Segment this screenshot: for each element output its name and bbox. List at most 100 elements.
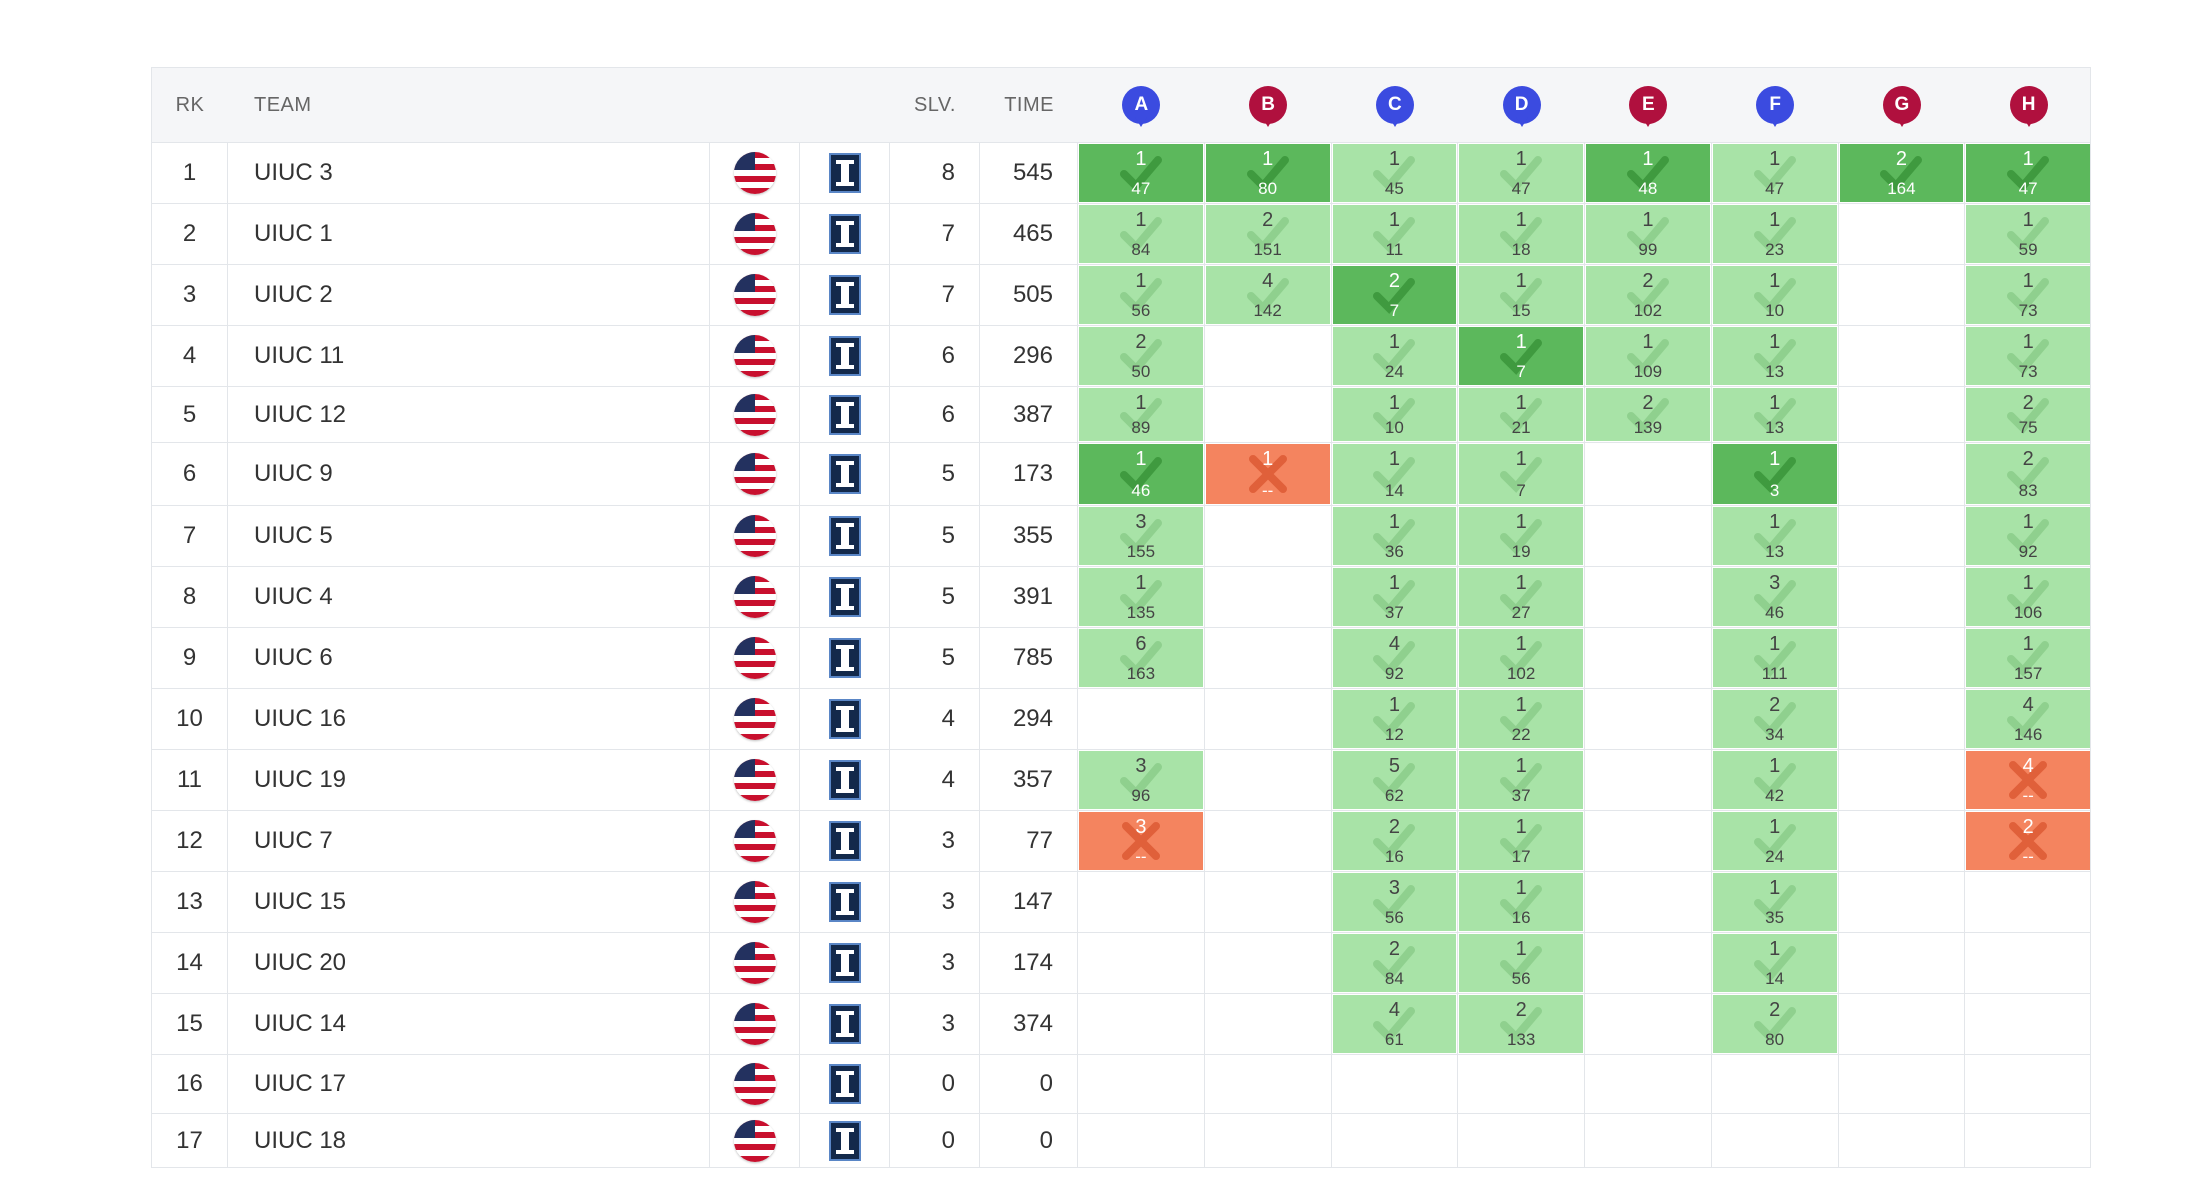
problem-c-cell[interactable]: 5 62: [1332, 750, 1459, 810]
problem-h-cell[interactable]: 2 83: [1965, 443, 2090, 505]
problem-h-cell[interactable]: 1 73: [1965, 265, 2090, 325]
problem-c-cell[interactable]: 1 11: [1332, 204, 1459, 264]
problem-d-cell[interactable]: 1 17: [1458, 811, 1585, 871]
problem-f-cell[interactable]: 1 13: [1712, 506, 1839, 566]
problem-f-cell[interactable]: 1 14: [1712, 933, 1839, 993]
problem-d-cell[interactable]: 1 22: [1458, 689, 1585, 749]
problem-b-cell[interactable]: 1 80: [1205, 143, 1332, 203]
team-row[interactable]: 10 UIUC 16 4 294 1 12 1 22 2 34 4 146: [152, 689, 2090, 750]
problem-d-cell[interactable]: 1 27: [1458, 567, 1585, 627]
team-name[interactable]: UIUC 14: [228, 994, 710, 1054]
problem-g-cell[interactable]: 2 164: [1839, 143, 1966, 203]
team-name[interactable]: UIUC 11: [228, 326, 710, 386]
team-row[interactable]: 7 UIUC 5 5 355 3 155 1 36 1 19 1 13 1 92: [152, 506, 2090, 567]
problem-c-cell[interactable]: 1 10: [1332, 387, 1459, 442]
problem-f-cell[interactable]: 1 42: [1712, 750, 1839, 810]
problem-d-cell[interactable]: 17: [1458, 326, 1585, 386]
team-name[interactable]: UIUC 3: [228, 143, 710, 203]
problem-e-cell[interactable]: 1 109: [1585, 326, 1712, 386]
problem-f-cell[interactable]: 1 13: [1712, 326, 1839, 386]
problem-d-cell[interactable]: 1 19: [1458, 506, 1585, 566]
team-name[interactable]: UIUC 19: [228, 750, 710, 810]
problem-h-cell[interactable]: 1 157: [1965, 628, 2090, 688]
problem-h-cell[interactable]: 1 106: [1965, 567, 2090, 627]
team-name[interactable]: UIUC 2: [228, 265, 710, 325]
problem-c-cell[interactable]: 2 84: [1332, 933, 1459, 993]
team-row[interactable]: 15 UIUC 14 3 374 4 61 2 133 2 80: [152, 994, 2090, 1055]
team-row[interactable]: 13 UIUC 15 3 147 3 56 1 16 1 35: [152, 872, 2090, 933]
problem-a-cell[interactable]: 1 89: [1078, 387, 1205, 442]
problem-d-cell[interactable]: 1 21: [1458, 387, 1585, 442]
team-header[interactable]: TEAM: [254, 68, 654, 143]
team-row[interactable]: 12 UIUC 7 3 77 3 -- 2 16 1 17 1 24 2 --: [152, 811, 2090, 872]
team-row[interactable]: 14 UIUC 20 3 174 2 84 1 56 1 14: [152, 933, 2090, 994]
problem-c-cell[interactable]: 27: [1332, 265, 1459, 325]
problem-a-cell[interactable]: 3 --: [1078, 811, 1205, 871]
problem-a-cell[interactable]: 3 155: [1078, 506, 1205, 566]
problem-h-cell[interactable]: 2 75: [1965, 387, 2090, 442]
problem-c-cell[interactable]: 4 92: [1332, 628, 1459, 688]
rank-header[interactable]: RK: [152, 68, 228, 143]
problem-a-header[interactable]: A: [1122, 86, 1161, 127]
problem-h-cell[interactable]: 1 47: [1965, 143, 2090, 203]
problem-f-cell[interactable]: 3 46: [1712, 567, 1839, 627]
problem-f-header[interactable]: F: [1756, 86, 1795, 127]
problem-e-header[interactable]: E: [1629, 86, 1668, 127]
problem-a-cell[interactable]: 1 46: [1078, 443, 1205, 505]
team-row[interactable]: 6 UIUC 9 5 173 1 46 1 -- 1 14 1 7 1 3 2 83: [152, 443, 2090, 506]
problem-c-cell[interactable]: 1 36: [1332, 506, 1459, 566]
problem-c-cell[interactable]: 1 45: [1332, 143, 1459, 203]
problem-h-header[interactable]: H: [2009, 86, 2048, 127]
problem-f-cell[interactable]: 1 35: [1712, 872, 1839, 932]
problem-c-cell[interactable]: 4 61: [1332, 994, 1459, 1054]
problem-f-cell[interactable]: 2 80: [1712, 994, 1839, 1054]
problem-b-cell[interactable]: 2 151: [1205, 204, 1332, 264]
problem-c-cell[interactable]: 3 56: [1332, 872, 1459, 932]
problem-e-cell[interactable]: 1 48: [1585, 143, 1712, 203]
problem-h-cell[interactable]: 1 92: [1965, 506, 2090, 566]
problem-f-cell[interactable]: 13: [1712, 443, 1839, 505]
team-row[interactable]: 11 UIUC 19 4 357 3 96 5 62 1 37 1 42 4 --: [152, 750, 2090, 811]
problem-d-cell[interactable]: 1 102: [1458, 628, 1585, 688]
problem-b-header[interactable]: B: [1249, 86, 1288, 127]
problem-h-cell[interactable]: 4 --: [1965, 750, 2090, 810]
team-row[interactable]: 5 UIUC 12 6 387 1 89 1 10 1 21 2 139 1 13 2 75: [152, 387, 2090, 443]
problem-d-cell[interactable]: 1 18: [1458, 204, 1585, 264]
problem-f-cell[interactable]: 1 23: [1712, 204, 1839, 264]
team-name[interactable]: UIUC 15: [228, 872, 710, 932]
team-name[interactable]: UIUC 18: [228, 1114, 710, 1167]
problem-a-cell[interactable]: 1 56: [1078, 265, 1205, 325]
problem-a-cell[interactable]: 1 84: [1078, 204, 1205, 264]
team-name[interactable]: UIUC 7: [228, 811, 710, 871]
problem-h-cell[interactable]: 2 --: [1965, 811, 2090, 871]
problem-f-cell[interactable]: 1 10: [1712, 265, 1839, 325]
team-name[interactable]: UIUC 16: [228, 689, 710, 749]
problem-h-cell[interactable]: 1 59: [1965, 204, 2090, 264]
problem-d-cell[interactable]: 2 133: [1458, 994, 1585, 1054]
team-name[interactable]: UIUC 4: [228, 567, 710, 627]
problem-d-cell[interactable]: 1 16: [1458, 872, 1585, 932]
team-row[interactable]: 9 UIUC 6 5 785 6 163 4 92 1 102 1 111 1 157: [152, 628, 2090, 689]
problem-d-cell[interactable]: 1 15: [1458, 265, 1585, 325]
team-name[interactable]: UIUC 20: [228, 933, 710, 993]
problem-c-cell[interactable]: 1 12: [1332, 689, 1459, 749]
team-row[interactable]: 4 UIUC 11 6 296 2 50 1 24 1 7 1 109 1 13 1 73: [152, 326, 2090, 387]
problem-a-cell[interactable]: 3 96: [1078, 750, 1205, 810]
problem-f-cell[interactable]: 1 24: [1712, 811, 1839, 871]
problem-c-cell[interactable]: 1 24: [1332, 326, 1459, 386]
team-name[interactable]: UIUC 9: [228, 443, 710, 505]
problem-b-cell[interactable]: 4 142: [1205, 265, 1332, 325]
problem-f-cell[interactable]: 1 111: [1712, 628, 1839, 688]
problem-a-cell[interactable]: 1 135: [1078, 567, 1205, 627]
problem-h-cell[interactable]: 1 73: [1965, 326, 2090, 386]
time-header[interactable]: TIME: [980, 68, 1054, 143]
problem-h-cell[interactable]: 4 146: [1965, 689, 2090, 749]
team-name[interactable]: UIUC 1: [228, 204, 710, 264]
team-row[interactable]: 1 UIUC 3 8 545 1 47 1 80 1 45 1 47 1 48 1 47 2 164 1 47: [152, 143, 2090, 204]
problem-c-cell[interactable]: 1 37: [1332, 567, 1459, 627]
problem-a-cell[interactable]: 2 50: [1078, 326, 1205, 386]
team-name[interactable]: UIUC 17: [228, 1055, 710, 1113]
team-row[interactable]: 2 UIUC 1 7 465 1 84 2 151 1 11 1 18 1 99 1 23 1 59: [152, 204, 2090, 265]
problem-f-cell[interactable]: 2 34: [1712, 689, 1839, 749]
problem-e-cell[interactable]: 2 139: [1585, 387, 1712, 442]
